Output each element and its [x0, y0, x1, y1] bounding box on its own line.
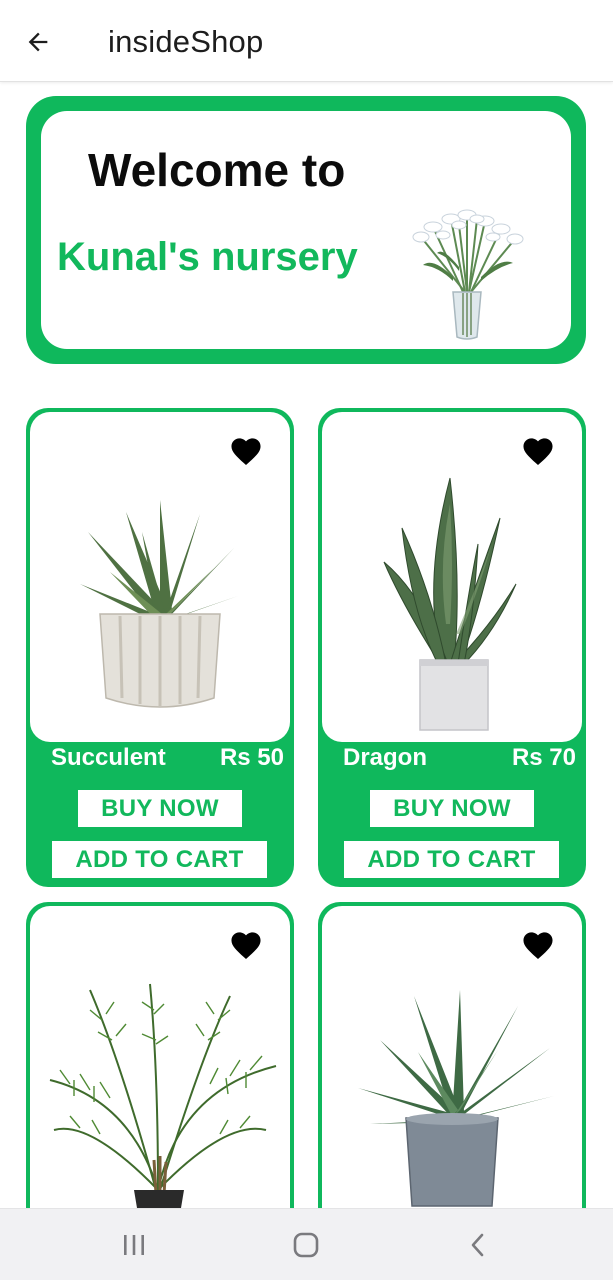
product-price: Rs 50: [219, 744, 284, 771]
system-back-button[interactable]: [458, 1227, 498, 1263]
home-icon: [293, 1232, 319, 1258]
home-button[interactable]: [286, 1227, 326, 1263]
add-to-cart-button[interactable]: ADD TO CART: [344, 841, 559, 878]
product-price: Rs 70: [511, 744, 576, 771]
heart-icon[interactable]: [520, 434, 556, 466]
product-image-area: [30, 412, 290, 742]
welcome-banner-inner: Welcome to Kunal's nursery: [41, 111, 571, 349]
snake-plant-image: [383, 477, 517, 731]
recents-button[interactable]: [114, 1227, 154, 1263]
heart-icon[interactable]: [228, 928, 264, 960]
product-image-area: [322, 412, 582, 742]
shop-name: Kunal's nursery: [57, 235, 358, 279]
buy-now-button[interactable]: BUY NOW: [370, 790, 534, 827]
aloe-plant-image: [358, 990, 554, 1207]
screen: insideShop Welcome to Kunal's nursery Su…: [0, 0, 613, 1280]
product-card[interactable]: Succulent Rs 50 BUY NOW ADD TO CART: [26, 408, 294, 887]
app-bar: insideShop: [0, 0, 613, 82]
back-chevron-icon: [471, 1233, 484, 1257]
app-title: insideShop: [108, 24, 264, 59]
system-nav-bar: [0, 1208, 613, 1280]
heart-icon[interactable]: [228, 434, 264, 466]
recents-icon: [124, 1235, 144, 1255]
add-to-cart-button[interactable]: ADD TO CART: [52, 841, 267, 878]
product-card[interactable]: Dragon Rs 70 BUY NOW ADD TO CART: [318, 408, 586, 887]
succulent-plant-image: [80, 500, 238, 708]
product-name: Dragon: [343, 744, 427, 771]
arrow-left-icon: [28, 32, 48, 52]
welcome-heading: Welcome to: [88, 144, 346, 196]
lily-vase-image: [412, 209, 524, 340]
product-name: Succulent: [51, 744, 166, 771]
welcome-banner: Welcome to Kunal's nursery: [26, 96, 586, 364]
buy-now-button[interactable]: BUY NOW: [78, 790, 242, 827]
areca-palm-image: [49, 983, 277, 1214]
heart-icon[interactable]: [520, 928, 556, 960]
back-button[interactable]: [18, 22, 58, 62]
